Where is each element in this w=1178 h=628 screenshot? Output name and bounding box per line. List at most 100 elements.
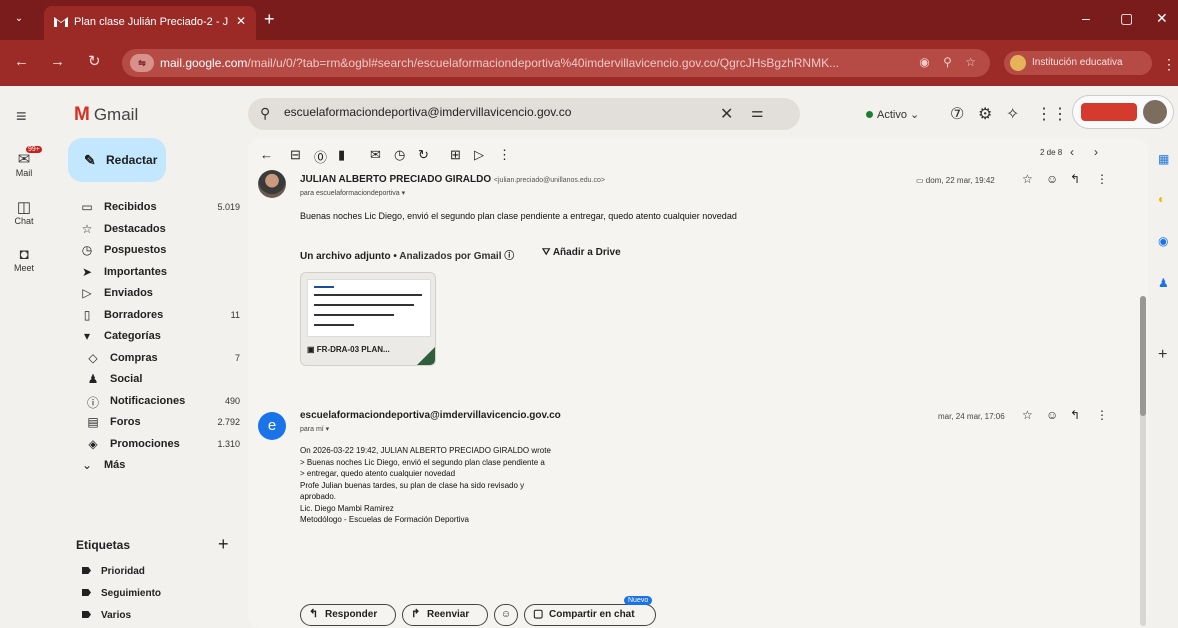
browser-menu-icon[interactable]: ⋮ — [1162, 56, 1176, 73]
url-text[interactable]: mail.google.com/mail/u/0/?tab=rm&ogbl#se… — [160, 56, 880, 70]
message-more-icon[interactable]: ⋮ — [1096, 408, 1108, 422]
message-more-icon[interactable]: ⋮ — [1096, 172, 1108, 186]
emoji-reaction-icon[interactable]: ☺ — [1046, 408, 1058, 422]
tab-search-icon[interactable]: ⌄ — [8, 9, 30, 29]
forward-button[interactable]: ↱ Reenviar — [402, 604, 488, 626]
browser-tab[interactable]: Plan clase Julián Preciado-2 - J ✕ — [44, 6, 256, 40]
add-to-drive-label: Añadir a Drive — [552, 247, 621, 258]
info-icon: ⓘ — [86, 395, 99, 410]
rail-mail[interactable]: ✉ 99+ Mail — [4, 146, 44, 178]
back-icon[interactable]: ← — [14, 54, 29, 70]
more-actions-icon[interactable]: ⋮ — [498, 147, 511, 163]
nav-item-count: 7 — [234, 352, 240, 363]
label-as-icon[interactable]: ▷ — [474, 147, 484, 163]
nav-item[interactable]: ▤ Foros 2.792 — [70, 413, 240, 435]
nav-item-count: 2.792 — [217, 417, 240, 427]
forward-icon[interactable]: → — [50, 54, 65, 70]
label-item[interactable]: Prioridad — [82, 566, 145, 577]
scrollbar-thumb[interactable] — [1140, 296, 1146, 416]
sender-avatar[interactable] — [258, 170, 286, 198]
main-menu-icon[interactable]: ≡ — [16, 106, 27, 127]
calendar-icon[interactable]: ▦ — [1158, 152, 1169, 166]
back-to-list-icon[interactable]: ← — [260, 147, 273, 162]
nav-item-label: Compras — [110, 351, 158, 364]
status-dot — [866, 111, 873, 118]
message-recipients[interactable]: para mí ▾ — [300, 425, 329, 433]
nav-item[interactable]: ▷ Enviados — [70, 284, 240, 306]
star-icon[interactable]: ☆ — [1022, 172, 1033, 186]
emoji-button[interactable]: ☺ — [494, 604, 518, 626]
address-bar[interactable]: ⇋ mail.google.com/mail/u/0/?tab=rm&ogbl#… — [122, 49, 990, 77]
nav-item[interactable]: ▾ Categorías — [70, 327, 240, 349]
help-icon[interactable]: ⑦ — [950, 104, 964, 124]
bookmark-star-icon[interactable]: ☆ — [965, 55, 976, 69]
nav-item[interactable]: ◷ Pospuestos — [70, 241, 240, 263]
search-options-icon[interactable]: ⚌ — [751, 104, 764, 121]
settings-gear-icon[interactable]: ⚙ — [978, 104, 992, 124]
eye-off-icon[interactable]: ◉ — [919, 55, 929, 69]
add-to-drive-button[interactable]: ⛛ Añadir a Drive — [542, 247, 621, 258]
nav-item[interactable]: ◇ Compras 7 — [70, 349, 240, 371]
add-task-icon[interactable]: ↻ — [418, 147, 429, 163]
archive-icon[interactable]: ⊟ — [290, 147, 301, 163]
rail-mail-label: Mail — [15, 168, 33, 178]
attachment-name: ▣ FR-DRA-03 PLAN... — [307, 345, 390, 354]
browser-profile-chip[interactable]: Institución educativa — [1004, 51, 1152, 75]
attachment-card[interactable]: ▣ FR-DRA-03 PLAN... — [300, 272, 436, 366]
move-to-icon[interactable]: ⊞ — [450, 147, 461, 163]
nav-item[interactable]: ◈ Promociones 1.310 — [70, 435, 240, 457]
status-selector[interactable]: Activo ⌄ — [866, 108, 919, 121]
emoji-reaction-icon[interactable]: ☺ — [1046, 172, 1058, 186]
message-recipients[interactable]: para escuelaformaciondeportiva ▾ — [300, 189, 405, 197]
next-thread-icon[interactable]: › — [1094, 145, 1098, 159]
new-tab-button[interactable]: + — [264, 10, 275, 28]
clear-search-icon[interactable]: ✕ — [720, 104, 733, 124]
minimize-icon[interactable]: – — [1082, 10, 1090, 26]
add-addon-icon[interactable]: + — [1158, 346, 1167, 364]
nav-item[interactable]: ➤ Importantes — [70, 263, 240, 285]
delete-icon[interactable]: ▮ — [338, 147, 345, 163]
star-icon[interactable]: ☆ — [1022, 408, 1033, 422]
snooze-icon[interactable]: ◷ — [394, 147, 405, 163]
mark-unread-icon[interactable]: ✉ — [370, 147, 381, 163]
tab-close-icon[interactable]: ✕ — [236, 14, 246, 28]
new-badge: Nuevo — [624, 596, 653, 605]
account-chip[interactable] — [1072, 95, 1174, 129]
body-line: > entregar, quedo atento cualquier noved… — [300, 469, 456, 478]
label-item[interactable]: Varios — [82, 610, 131, 621]
report-spam-icon[interactable]: ⓪ — [314, 147, 327, 166]
reply-icon[interactable]: ↰ — [1070, 172, 1080, 186]
sender-avatar[interactable]: e — [258, 412, 286, 440]
maximize-icon[interactable]: ▢ — [1120, 10, 1133, 27]
zoom-icon[interactable]: ⚲ — [943, 55, 952, 69]
share-in-chat-button[interactable]: ▢ Compartir en chat — [524, 604, 656, 626]
message-sender[interactable]: JULIAN ALBERTO PRECIADO GIRALDO <julian.… — [300, 174, 605, 185]
add-label-icon[interactable]: + — [218, 534, 229, 555]
search-icon[interactable]: ⚲ — [260, 105, 270, 122]
nav-item[interactable]: ⓘ Notificaciones 490 — [70, 392, 240, 414]
keep-icon[interactable]: ◐ — [1158, 192, 1165, 206]
tasks-icon[interactable]: ◉ — [1158, 234, 1168, 248]
gemini-icon[interactable]: ✧ — [1006, 104, 1019, 124]
rail-chat[interactable]: ◫ Chat — [4, 198, 44, 226]
reply-button[interactable]: ↰ Responder — [300, 604, 396, 626]
people-icon: ♟ — [87, 372, 99, 386]
site-info-icon[interactable]: ⇋ — [130, 54, 154, 72]
reply-icon[interactable]: ↰ — [1070, 408, 1080, 422]
compose-button[interactable]: ✎ Redactar — [68, 138, 166, 182]
nav-item[interactable]: ⌄ Más — [70, 456, 240, 478]
nav-item[interactable]: ▭ Recibidos 5.019 — [70, 198, 240, 220]
search-input[interactable] — [284, 105, 704, 119]
reload-icon[interactable]: ↻ — [88, 54, 101, 70]
nav-item[interactable]: ♟ Social — [70, 370, 240, 392]
contacts-icon[interactable]: ♟ — [1158, 276, 1169, 290]
prev-thread-icon[interactable]: ‹ — [1070, 145, 1074, 159]
attachment-corner — [417, 347, 435, 365]
rail-meet[interactable]: ◘ Meet — [4, 246, 44, 273]
label-item[interactable]: Seguimiento — [82, 588, 161, 599]
close-window-icon[interactable]: ✕ — [1156, 10, 1168, 27]
message-sender[interactable]: escuelaformaciondeportiva@imdervillavice… — [300, 410, 561, 421]
nav-item[interactable]: ▯ Borradores 11 — [70, 306, 240, 328]
nav-item[interactable]: ☆ Destacados — [70, 220, 240, 242]
gmail-logo[interactable]: M Gmail — [74, 104, 138, 126]
